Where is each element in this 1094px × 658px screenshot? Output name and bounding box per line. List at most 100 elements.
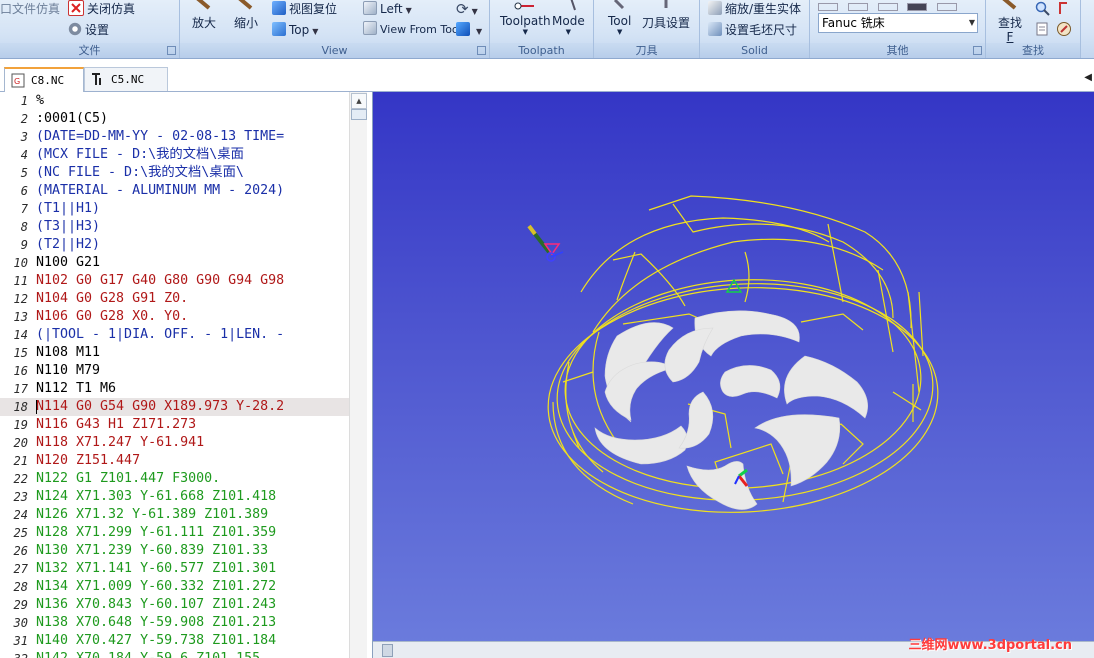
code-text[interactable]: N106 G0 G28 X0. Y0. [36, 308, 188, 326]
top-view-dropdown[interactable]: Top ▼ [272, 21, 318, 39]
code-text[interactable]: (MCX FILE - D:\我的文档\桌面 [36, 146, 244, 164]
code-line[interactable]: 12 N104 G0 G28 G91 Z0. [0, 290, 349, 308]
code-line[interactable]: 6 (MATERIAL - ALUMINUM MM - 2024) [0, 182, 349, 200]
code-text[interactable]: (NC FILE - D:\我的文档\桌面\ [36, 164, 244, 182]
code-line[interactable]: 24 N126 X71.32 Y-61.389 Z101.389 [0, 506, 349, 524]
code-line[interactable]: 26 N130 X71.239 Y-60.839 Z101.33 [0, 542, 349, 560]
find-next-icon[interactable] [1034, 21, 1050, 37]
tool-dropdown[interactable]: Tool ▼ [608, 0, 631, 36]
code-text[interactable]: (|TOOL - 1|DIA. OFF. - 1|LEN. - [36, 326, 284, 344]
tool-settings-button[interactable]: 刀具设置 [642, 0, 690, 31]
nc-code-editor[interactable]: 1% 2:0001(C5) 3 (DATE=DD-MM-YY - 02-08-13 T… [0, 92, 373, 658]
tab-scroll-left-icon[interactable]: ◀ [1084, 72, 1092, 83]
mode-dropdown[interactable]: Mode ▼ [552, 0, 585, 36]
code-text[interactable]: N102 G0 G17 G40 G80 G90 G94 G98 [36, 272, 284, 290]
code-text[interactable]: (MATERIAL - ALUMINUM MM - 2024) [36, 182, 284, 200]
code-line[interactable]: 17 N112 T1 M6 [0, 380, 349, 398]
code-line[interactable]: 5 (NC FILE - D:\我的文档\桌面\ [0, 164, 349, 182]
file-sim-button[interactable]: 口文件仿真 [0, 0, 60, 18]
compass-icon[interactable] [1056, 21, 1072, 37]
code-line[interactable]: 16 N110 M79 [0, 362, 349, 380]
code-line[interactable]: 3 (DATE=DD-MM-YY - 02-08-13 TIME= [0, 128, 349, 146]
mini-button-icon[interactable] [877, 3, 898, 11]
code-line[interactable]: 4 (MCX FILE - D:\我的文档\桌面 [0, 146, 349, 164]
code-text[interactable]: N130 X71.239 Y-60.839 Z101.33 [36, 542, 268, 560]
code-text[interactable]: N142 X70.184 Y-59.6 Z101.155 [36, 650, 260, 658]
code-text[interactable]: (T3||H3) [36, 218, 100, 236]
toolpath-dropdown[interactable]: Toolpath ▼ [500, 0, 551, 36]
machine-select[interactable]: Fanuc 铣床 ▼ [818, 13, 978, 33]
timeline-knob[interactable] [382, 644, 393, 657]
mini-button-icon[interactable] [847, 3, 868, 11]
code-line[interactable]: 22 N122 G1 Z101.447 F3000. [0, 470, 349, 488]
code-text[interactable]: :0001(C5) [36, 110, 108, 128]
code-line[interactable]: 7 (T1||H1) [0, 200, 349, 218]
code-text[interactable]: N134 X71.009 Y-60.332 Z101.272 [36, 578, 276, 596]
code-text[interactable]: N126 X71.32 Y-61.389 Z101.389 [36, 506, 268, 524]
code-line[interactable]: 15 N108 M11 [0, 344, 349, 362]
left-view-dropdown[interactable]: Left ▼ [363, 0, 412, 18]
code-text[interactable]: N140 X70.427 Y-59.738 Z101.184 [36, 632, 276, 650]
tab-c5-nc[interactable]: C5.NC [84, 67, 168, 91]
code-text[interactable]: N120 Z151.447 [36, 452, 140, 470]
stock-size-button[interactable]: 设置毛坯尺寸 [708, 21, 797, 39]
code-line[interactable]: 1% [0, 92, 349, 110]
view-from-tool-button[interactable]: View From Tool [363, 21, 462, 39]
code-line[interactable]: 20 N118 X71.247 Y-61.941 [0, 434, 349, 452]
mini-button-icon[interactable] [937, 3, 958, 11]
code-line[interactable]: 11 N102 G0 G17 G40 G80 G90 G94 G98 [0, 272, 349, 290]
mini-button-icon[interactable] [818, 3, 838, 11]
reset-view-button[interactable]: 视图复位 [272, 0, 337, 18]
code-line[interactable]: 32 N142 X70.184 Y-59.6 Z101.155 [0, 650, 349, 658]
code-line[interactable]: 2:0001(C5) [0, 110, 349, 128]
zoom-regen-button[interactable]: 缩放/重生实体 [708, 0, 801, 18]
code-text[interactable]: N104 G0 G28 G91 Z0. [36, 290, 188, 308]
code-line[interactable]: 27 N132 X71.141 Y-60.577 Z101.301 [0, 560, 349, 578]
find-button[interactable]: 查找 F [998, 0, 1022, 43]
zoom-out-button[interactable]: 缩小 [234, 0, 258, 31]
code-text[interactable]: N112 T1 M6 [36, 380, 116, 398]
code-text[interactable]: % [36, 92, 44, 110]
code-text[interactable]: (DATE=DD-MM-YY - 02-08-13 TIME= [36, 128, 284, 146]
code-text[interactable]: N136 X70.843 Y-60.107 Z101.243 [36, 596, 276, 614]
code-text[interactable]: N132 X71.141 Y-60.577 Z101.301 [36, 560, 276, 578]
file-group-launcher[interactable] [167, 46, 176, 55]
code-text[interactable]: N100 G21 [36, 254, 100, 272]
pin-icon[interactable] [1056, 0, 1072, 16]
scroll-thumb[interactable] [351, 109, 367, 120]
settings-button[interactable]: 设置 [68, 21, 109, 39]
other-group-launcher[interactable] [973, 46, 982, 55]
close-sim-button[interactable]: 关闭仿真 [68, 0, 135, 18]
code-line[interactable]: 13 N106 G0 G28 X0. Y0. [0, 308, 349, 326]
code-line[interactable]: 29 N136 X70.843 Y-60.107 Z101.243 [0, 596, 349, 614]
code-line[interactable]: 10 N100 G21 [0, 254, 349, 272]
code-text[interactable]: (T2||H2) [36, 236, 100, 254]
code-line[interactable]: 30 N138 X70.648 Y-59.908 Z101.213 [0, 614, 349, 632]
simulation-viewport[interactable]: 三维网www.3dportal.cn [373, 92, 1094, 658]
code-line[interactable]: 9 (T2||H2) [0, 236, 349, 254]
code-text[interactable]: N108 M11 [36, 344, 100, 362]
mini-button-icon[interactable] [907, 3, 928, 11]
code-text[interactable]: N124 X71.303 Y-61.668 Z101.418 [36, 488, 276, 506]
code-line[interactable]: 19 N116 G43 H1 Z171.273 [0, 416, 349, 434]
shade-dropdown[interactable]: ▼ [456, 21, 482, 39]
code-line[interactable]: 23 N124 X71.303 Y-61.668 Z101.418 [0, 488, 349, 506]
editor-vertical-scrollbar[interactable]: ▲ [349, 92, 367, 658]
code-line[interactable]: 14 (|TOOL - 1|DIA. OFF. - 1|LEN. - [0, 326, 349, 344]
code-line[interactable]: 28 N134 X71.009 Y-60.332 Z101.272 [0, 578, 349, 596]
code-text[interactable]: N118 X71.247 Y-61.941 [36, 434, 204, 452]
code-text[interactable]: N128 X71.299 Y-61.111 Z101.359 [36, 524, 276, 542]
code-lines[interactable]: 1% 2:0001(C5) 3 (DATE=DD-MM-YY - 02-08-13 T… [0, 92, 349, 658]
code-text[interactable]: N110 M79 [36, 362, 100, 380]
view-group-launcher[interactable] [477, 46, 486, 55]
tab-c8-nc[interactable]: G C8.NC [4, 67, 84, 92]
code-line[interactable]: 18 N114 G0 G54 G90 X189.973 Y-28.2 [0, 398, 349, 416]
zoom-in-button[interactable]: 放大 [192, 0, 216, 31]
code-line[interactable]: 21 N120 Z151.447 [0, 452, 349, 470]
scroll-up-icon[interactable]: ▲ [351, 93, 367, 109]
code-line[interactable]: 8 (T3||H3) [0, 218, 349, 236]
code-text[interactable]: N138 X70.648 Y-59.908 Z101.213 [36, 614, 276, 632]
code-text[interactable]: N122 G1 Z101.447 F3000. [36, 470, 220, 488]
code-line[interactable]: 31 N140 X70.427 Y-59.738 Z101.184 [0, 632, 349, 650]
code-text[interactable]: (T1||H1) [36, 200, 100, 218]
